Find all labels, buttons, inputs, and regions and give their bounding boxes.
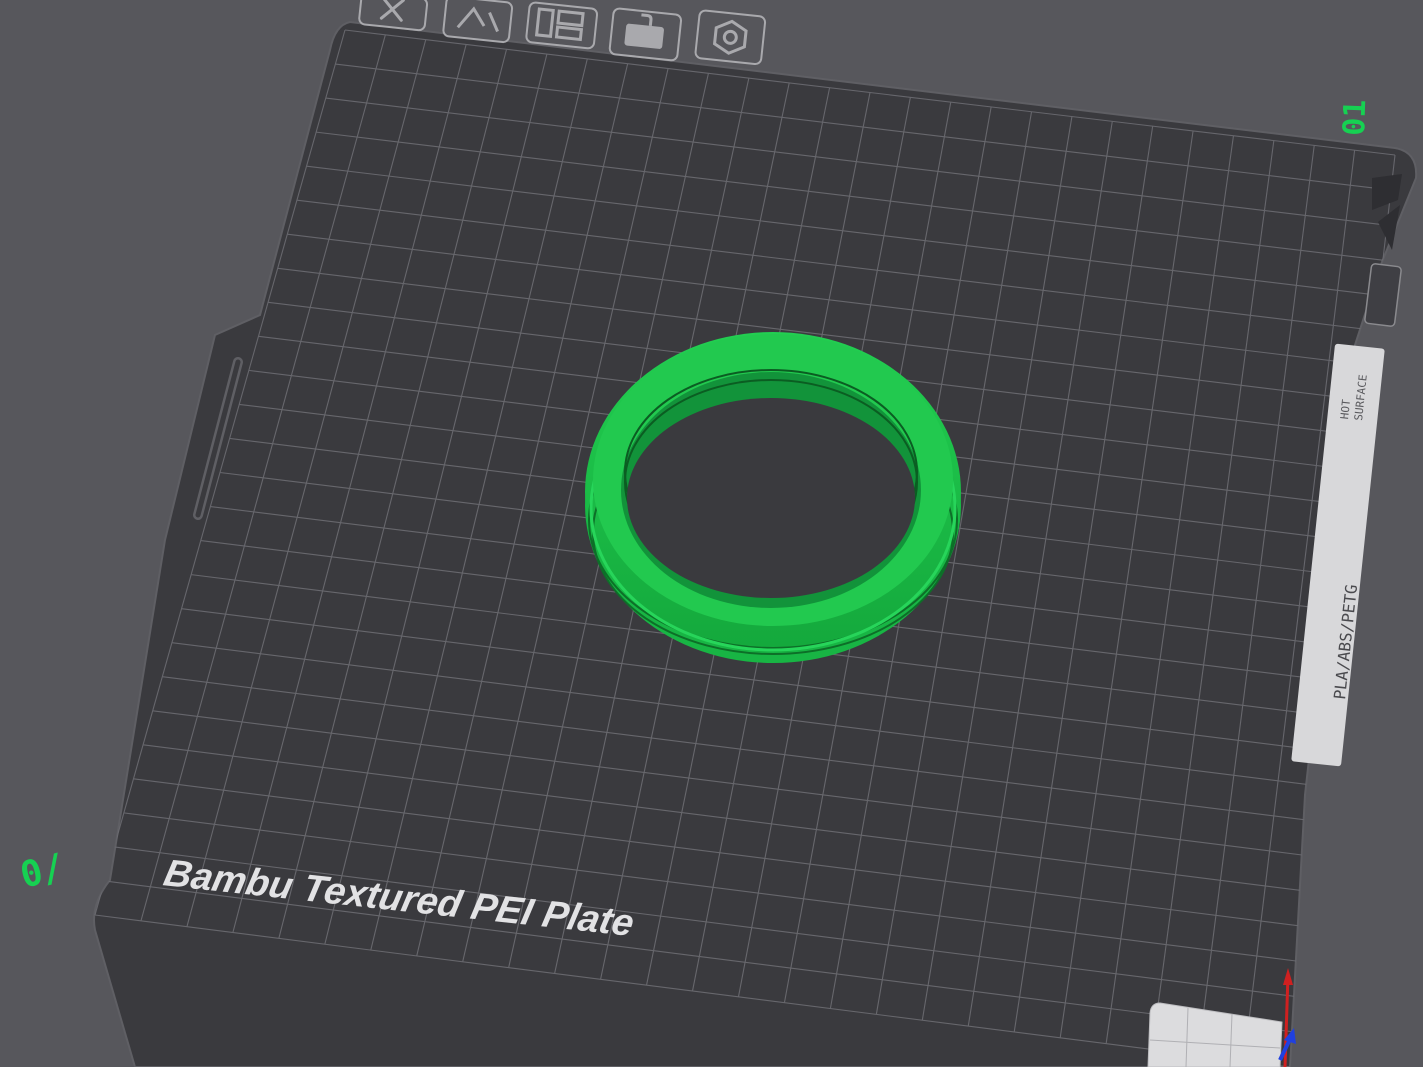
lock-icon[interactable] [608, 7, 683, 62]
auto-orient-icon[interactable] [442, 0, 514, 44]
plate-index-top-right: 01 [1337, 99, 1373, 136]
settings-hex-icon[interactable] [694, 9, 767, 66]
hot-surface-line1: HOT [1338, 398, 1353, 419]
model-ring[interactable] [585, 332, 961, 663]
3d-viewport[interactable]: HOT SURFACE PLA/ABS/PETG Bambu Textured … [0, 0, 1423, 1067]
plate-index-bottom-left: 0/ [16, 846, 68, 896]
arrange-icon[interactable] [525, 1, 599, 50]
